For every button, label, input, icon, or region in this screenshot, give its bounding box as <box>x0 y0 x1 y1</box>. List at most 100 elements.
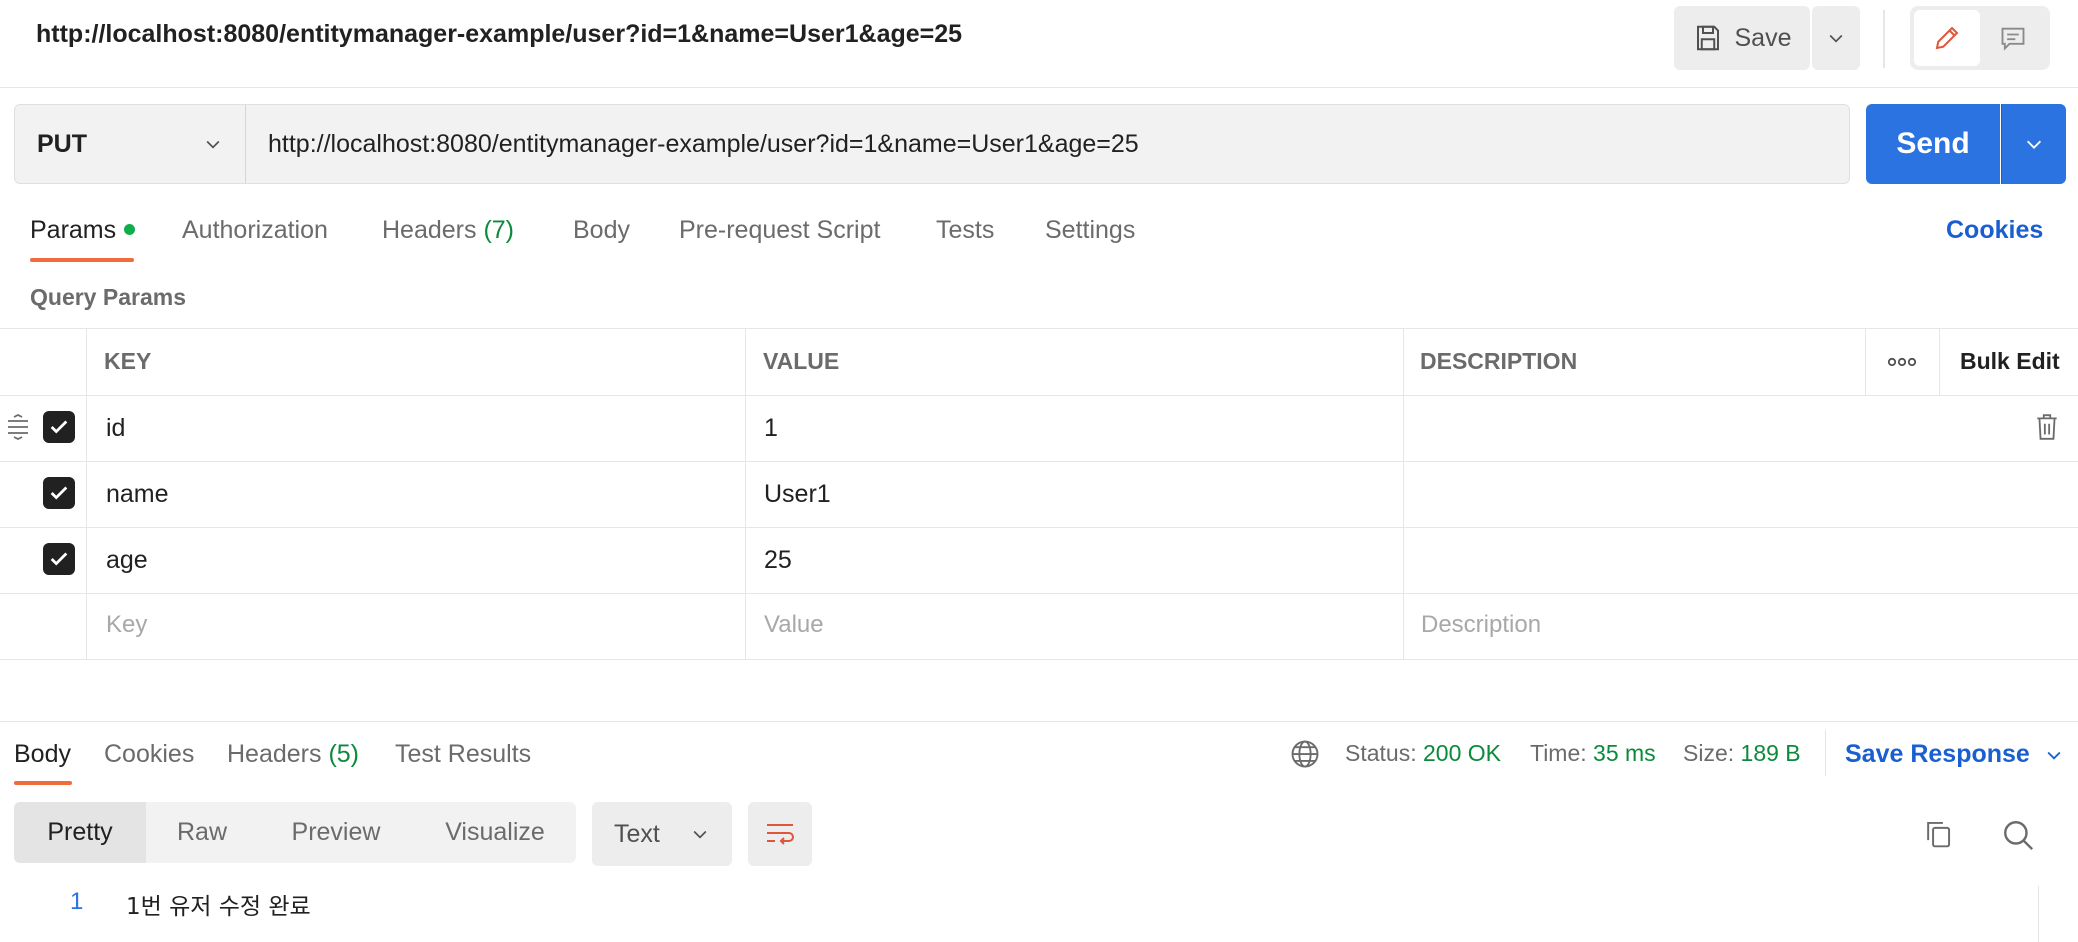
tab-params[interactable]: Params <box>30 216 136 245</box>
search-button[interactable] <box>2001 818 2035 857</box>
tab-params-label: Params <box>30 216 117 244</box>
size-info: Size: 189 B <box>1683 740 1801 767</box>
divider <box>1825 730 1826 776</box>
time-info: Time: 35 ms <box>1530 740 1656 767</box>
tab-body[interactable]: Body <box>573 216 630 245</box>
query-params-label: Query Params <box>30 284 186 310</box>
column-header-value: VALUE <box>763 348 840 374</box>
view-mode-raw[interactable]: Raw <box>146 802 258 863</box>
size-value: 189 B <box>1740 740 1801 766</box>
save-options-button[interactable] <box>1812 6 1860 70</box>
format-select[interactable]: Text <box>592 802 732 866</box>
param-value[interactable]: User1 <box>764 480 831 509</box>
view-mode-preview[interactable]: Preview <box>258 802 414 863</box>
method-value: PUT <box>37 129 87 158</box>
new-key-input[interactable]: Key <box>106 611 147 639</box>
column-divider <box>1403 328 1404 659</box>
drag-handle-icon <box>8 413 28 441</box>
tab-settings[interactable]: Settings <box>1045 216 1135 245</box>
save-label: Save <box>1734 23 1792 52</box>
response-tab-body[interactable]: Body <box>14 740 71 769</box>
divider <box>0 87 2078 88</box>
table-border <box>0 593 2078 594</box>
time-value: 35 ms <box>1593 740 1656 766</box>
time-label: Time: <box>1530 740 1587 766</box>
active-tab-indicator <box>14 781 72 785</box>
chevron-down-icon <box>693 830 707 839</box>
comment-icon <box>2001 27 2025 51</box>
row-checkbox[interactable] <box>43 477 75 509</box>
save-response-label: Save Response <box>1845 740 2030 768</box>
chevron-down-icon <box>2047 751 2061 760</box>
new-description-input[interactable]: Description <box>1421 611 1541 639</box>
method-select[interactable]: PUT <box>14 104 246 184</box>
send-label: Send <box>1896 127 1970 160</box>
status-value: 200 OK <box>1423 740 1501 766</box>
chevron-down-icon <box>206 140 220 149</box>
response-tab-headers[interactable]: Headers (5) <box>227 740 359 769</box>
save-response-button[interactable]: Save Response <box>1845 740 2064 769</box>
param-key[interactable]: name <box>106 480 169 509</box>
view-mode-visualize[interactable]: Visualize <box>414 802 576 863</box>
status-label: Status: <box>1345 740 1417 766</box>
chevron-down-icon <box>2026 140 2042 149</box>
table-border <box>0 659 2078 660</box>
chevron-down-icon <box>1829 34 1843 43</box>
param-value[interactable]: 25 <box>764 546 792 575</box>
param-value[interactable]: 1 <box>764 414 778 443</box>
column-divider <box>1865 328 1866 395</box>
table-border <box>0 527 2078 528</box>
wrap-lines-icon <box>767 824 794 845</box>
drag-handle[interactable] <box>6 413 30 445</box>
tab-authorization[interactable]: Authorization <box>182 216 328 245</box>
column-divider <box>1939 328 1940 395</box>
url-text: http://localhost:8080/entitymanager-exam… <box>268 129 1139 158</box>
more-options-button[interactable]: ooo <box>1882 348 1922 376</box>
response-body-line: 1번 유저 수정 완료 <box>126 894 311 920</box>
save-icon <box>1696 25 1719 51</box>
edit-mode-button[interactable] <box>1914 10 1980 66</box>
active-tab-indicator <box>30 258 134 262</box>
network-globe-icon[interactable] <box>1290 739 1320 774</box>
copy-button[interactable] <box>1923 818 1953 855</box>
scrollbar[interactable] <box>2038 886 2039 942</box>
response-tab-headers-label: Headers <box>227 740 322 768</box>
delete-row-button[interactable] <box>2034 413 2060 446</box>
request-title[interactable]: http://localhost:8080/entitymanager-exam… <box>36 20 962 49</box>
search-icon <box>2004 821 2034 851</box>
line-number: 1 <box>70 888 84 915</box>
response-headers-count: (5) <box>328 740 360 768</box>
trash-icon <box>2037 414 2057 440</box>
tab-headers-label: Headers <box>382 216 477 244</box>
cookies-link[interactable]: Cookies <box>1946 216 2043 245</box>
param-key[interactable]: id <box>106 414 125 443</box>
wrap-lines-button[interactable] <box>748 802 812 866</box>
new-value-input[interactable]: Value <box>764 611 824 639</box>
tab-pre-request-script[interactable]: Pre-request Script <box>679 216 880 245</box>
pencil-icon <box>1935 26 1959 50</box>
param-key[interactable]: age <box>106 546 148 575</box>
save-button[interactable]: Save <box>1674 6 1810 70</box>
tab-headers[interactable]: Headers (7) <box>382 216 514 245</box>
more-horizontal-icon <box>1887 357 1917 367</box>
comments-button[interactable] <box>1980 10 2046 66</box>
row-checkbox[interactable] <box>43 543 75 575</box>
column-divider <box>745 328 746 659</box>
divider <box>1883 10 1885 68</box>
size-label: Size: <box>1683 740 1735 766</box>
send-options-button[interactable] <box>2001 104 2066 184</box>
tab-tests[interactable]: Tests <box>936 216 994 245</box>
send-button[interactable]: Send <box>1866 104 2000 184</box>
bulk-edit-button[interactable]: Bulk Edit <box>1960 348 2060 375</box>
table-border <box>0 461 2078 462</box>
row-checkbox[interactable] <box>43 411 75 443</box>
table-border <box>0 328 2078 329</box>
response-tab-test-results[interactable]: Test Results <box>395 740 531 769</box>
params-active-dot <box>124 223 136 235</box>
url-input[interactable]: http://localhost:8080/entitymanager-exam… <box>245 104 1850 184</box>
table-border <box>0 395 2078 396</box>
check-icon <box>50 486 68 500</box>
check-icon <box>50 552 68 566</box>
response-tab-cookies[interactable]: Cookies <box>104 740 194 769</box>
view-mode-pretty[interactable]: Pretty <box>14 802 146 863</box>
